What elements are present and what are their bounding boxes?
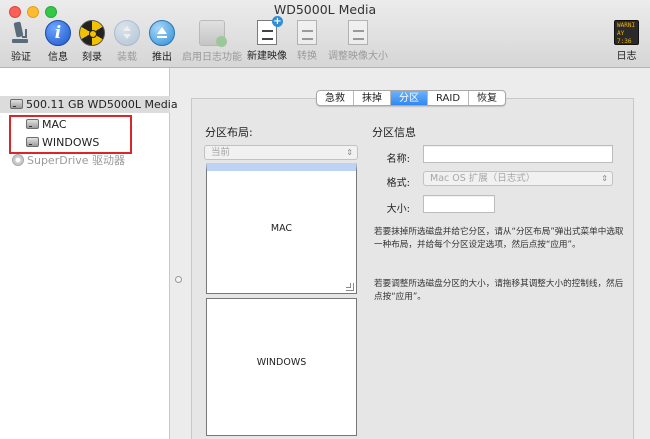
convert-icon — [297, 20, 317, 45]
log-icon: WARNI AY 7:36 — [614, 20, 639, 45]
tab-erase[interactable]: 抹掉 — [354, 91, 391, 105]
size-label: 大小: — [386, 204, 410, 215]
name-label: 名称: — [386, 154, 410, 165]
enable-journaling-button[interactable]: 启用日志功能 — [182, 20, 242, 63]
verify-button[interactable]: 验证 — [8, 20, 34, 63]
enable-journaling-label: 启用日志功能 — [182, 52, 242, 63]
burn-icon — [79, 20, 105, 46]
tab-partition[interactable]: 分区 — [391, 91, 428, 105]
partition-label: WINDOWS — [256, 357, 307, 368]
chevron-updown-icon: ⇕ — [346, 148, 353, 157]
partition-block-windows[interactable]: WINDOWS — [206, 298, 357, 436]
window-title: WD5000L Media — [273, 2, 377, 17]
tab-raid[interactable]: RAID — [428, 91, 470, 105]
format-popup[interactable]: Mac OS 扩展（日志式） ⇕ — [423, 171, 613, 186]
info-label: 信息 — [48, 52, 68, 63]
eject-label: 推出 — [152, 52, 172, 63]
log-label: 日志 — [616, 51, 637, 62]
mount-button[interactable]: 装载 — [114, 20, 140, 63]
partition-layout-title: 分区布局: — [205, 126, 253, 139]
convert-label: 转换 — [297, 51, 317, 62]
log-button[interactable]: WARNI AY 7:36 日志 — [614, 20, 639, 62]
format-label: 格式: — [386, 178, 410, 189]
partition-name-field[interactable] — [423, 145, 613, 163]
microscope-icon — [8, 20, 34, 46]
hard-disk-icon — [10, 99, 23, 109]
partition-scheme-popup[interactable]: 当前 ⇕ — [204, 145, 358, 160]
split-view-handle[interactable] — [175, 276, 182, 283]
partition-label: MAC — [270, 223, 293, 234]
info-button[interactable]: i 信息 — [45, 20, 71, 63]
partition-map: MAC WINDOWS — [206, 163, 357, 436]
help-text-resize: 若要调整所选磁盘分区的大小，请拖移其调整大小的控制线，然后点按“应用”。 — [374, 279, 624, 302]
resize-image-icon — [348, 20, 368, 45]
device-sidebar: 500.11 GB WD5000L Media MAC WINDOWS Supe… — [0, 68, 178, 439]
info-icon: i — [45, 20, 71, 46]
new-image-label: 新建映像 — [247, 51, 287, 62]
tab-restore[interactable]: 恢复 — [469, 91, 505, 105]
burn-button[interactable]: 刻录 — [79, 20, 105, 63]
eject-icon — [149, 20, 175, 46]
help-text-erase: 若要抹掉所选磁盘并给它分区，请从“分区布局”弹出式菜单中选取一种布局，并给每个分… — [374, 227, 624, 250]
eject-button[interactable]: 推出 — [149, 20, 175, 63]
journal-disk-icon — [199, 20, 227, 47]
optical-disc-icon — [12, 154, 24, 166]
burn-label: 刻录 — [82, 52, 102, 63]
verify-label: 验证 — [11, 52, 31, 63]
sidebar-item-disk[interactable]: 500.11 GB WD5000L Media — [0, 96, 178, 113]
partition-resize-handle[interactable] — [346, 283, 354, 291]
chevron-updown-icon: ⇕ — [601, 174, 608, 183]
partition-size-field[interactable] — [423, 195, 495, 213]
mount-label: 装载 — [117, 52, 137, 63]
sidebar-item-superdrive[interactable]: SuperDrive 驱动器 — [0, 152, 125, 169]
new-image-icon: + — [257, 16, 283, 45]
resize-image-button[interactable]: 调整映像大小 — [328, 20, 388, 62]
tab-first-aid[interactable]: 急救 — [317, 91, 354, 105]
superdrive-name: SuperDrive 驱动器 — [27, 154, 126, 167]
window-toolbar: WD5000L Media 验证 i 信息 刻录 装载 推出 启用日志功能 + … — [0, 0, 650, 68]
resize-image-label: 调整映像大小 — [328, 51, 388, 62]
partition-scheme-value: 当前 — [211, 147, 231, 158]
function-tabs: 急救 抹掉 分区 RAID 恢复 — [316, 90, 507, 106]
partition-info-title: 分区信息 — [372, 126, 416, 139]
new-image-button[interactable]: + 新建映像 — [247, 16, 287, 62]
convert-button[interactable]: 转换 — [297, 20, 317, 62]
partition-block-mac[interactable]: MAC — [206, 163, 357, 294]
format-value: Mac OS 扩展（日志式） — [430, 173, 536, 184]
log-icon-text: WARNI AY 7:36 — [617, 22, 636, 45]
mount-icon — [114, 20, 140, 46]
disk-name: 500.11 GB WD5000L Media — [26, 98, 178, 111]
highlight-annotation — [9, 115, 132, 154]
